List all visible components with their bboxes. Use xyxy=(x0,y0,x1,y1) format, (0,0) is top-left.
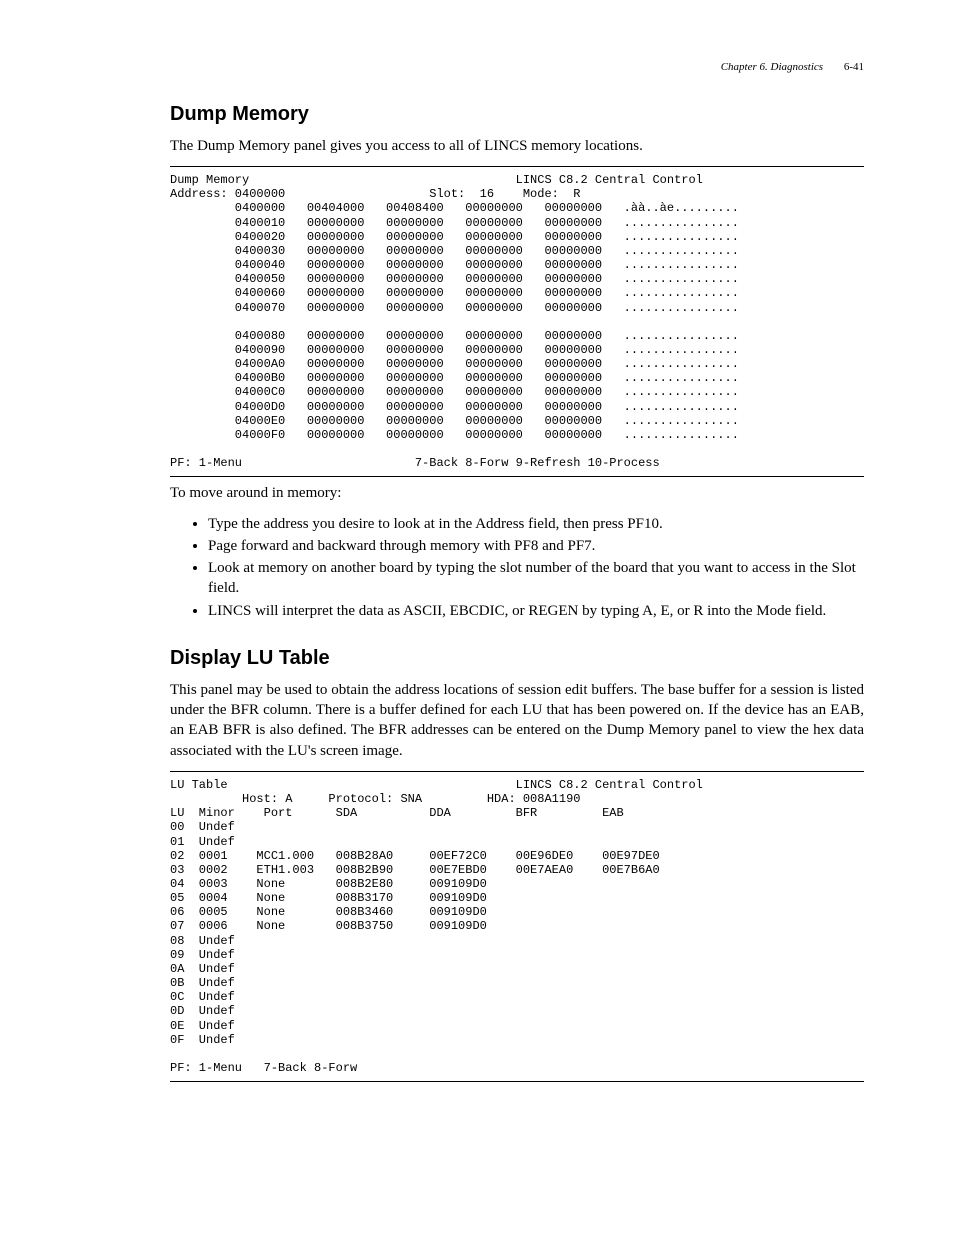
list-item: Look at memory on another board by typin… xyxy=(208,558,864,599)
move-bullets: Type the address you desire to look at i… xyxy=(190,514,864,621)
page-header: Chapter 6. Diagnostics 6-41 xyxy=(170,60,864,75)
dump-memory-intro: The Dump Memory panel gives you access t… xyxy=(170,136,864,156)
move-intro: To move around in memory: xyxy=(170,483,864,503)
lu-table-panel: LU Table LINCS C8.2 Central Control Host… xyxy=(170,771,864,1082)
lu-table-heading: Display LU Table xyxy=(170,645,864,672)
list-item: Page forward and backward through memory… xyxy=(208,536,864,556)
dump-memory-panel: Dump Memory LINCS C8.2 Central Control A… xyxy=(170,166,864,477)
page-number: 6-41 xyxy=(844,61,864,73)
list-item: LINCS will interpret the data as ASCII, … xyxy=(208,601,864,621)
dump-memory-heading: Dump Memory xyxy=(170,101,864,128)
lu-table-intro: This panel may be used to obtain the add… xyxy=(170,680,864,761)
chapter-label: Chapter 6. Diagnostics xyxy=(721,61,823,73)
list-item: Type the address you desire to look at i… xyxy=(208,514,864,534)
